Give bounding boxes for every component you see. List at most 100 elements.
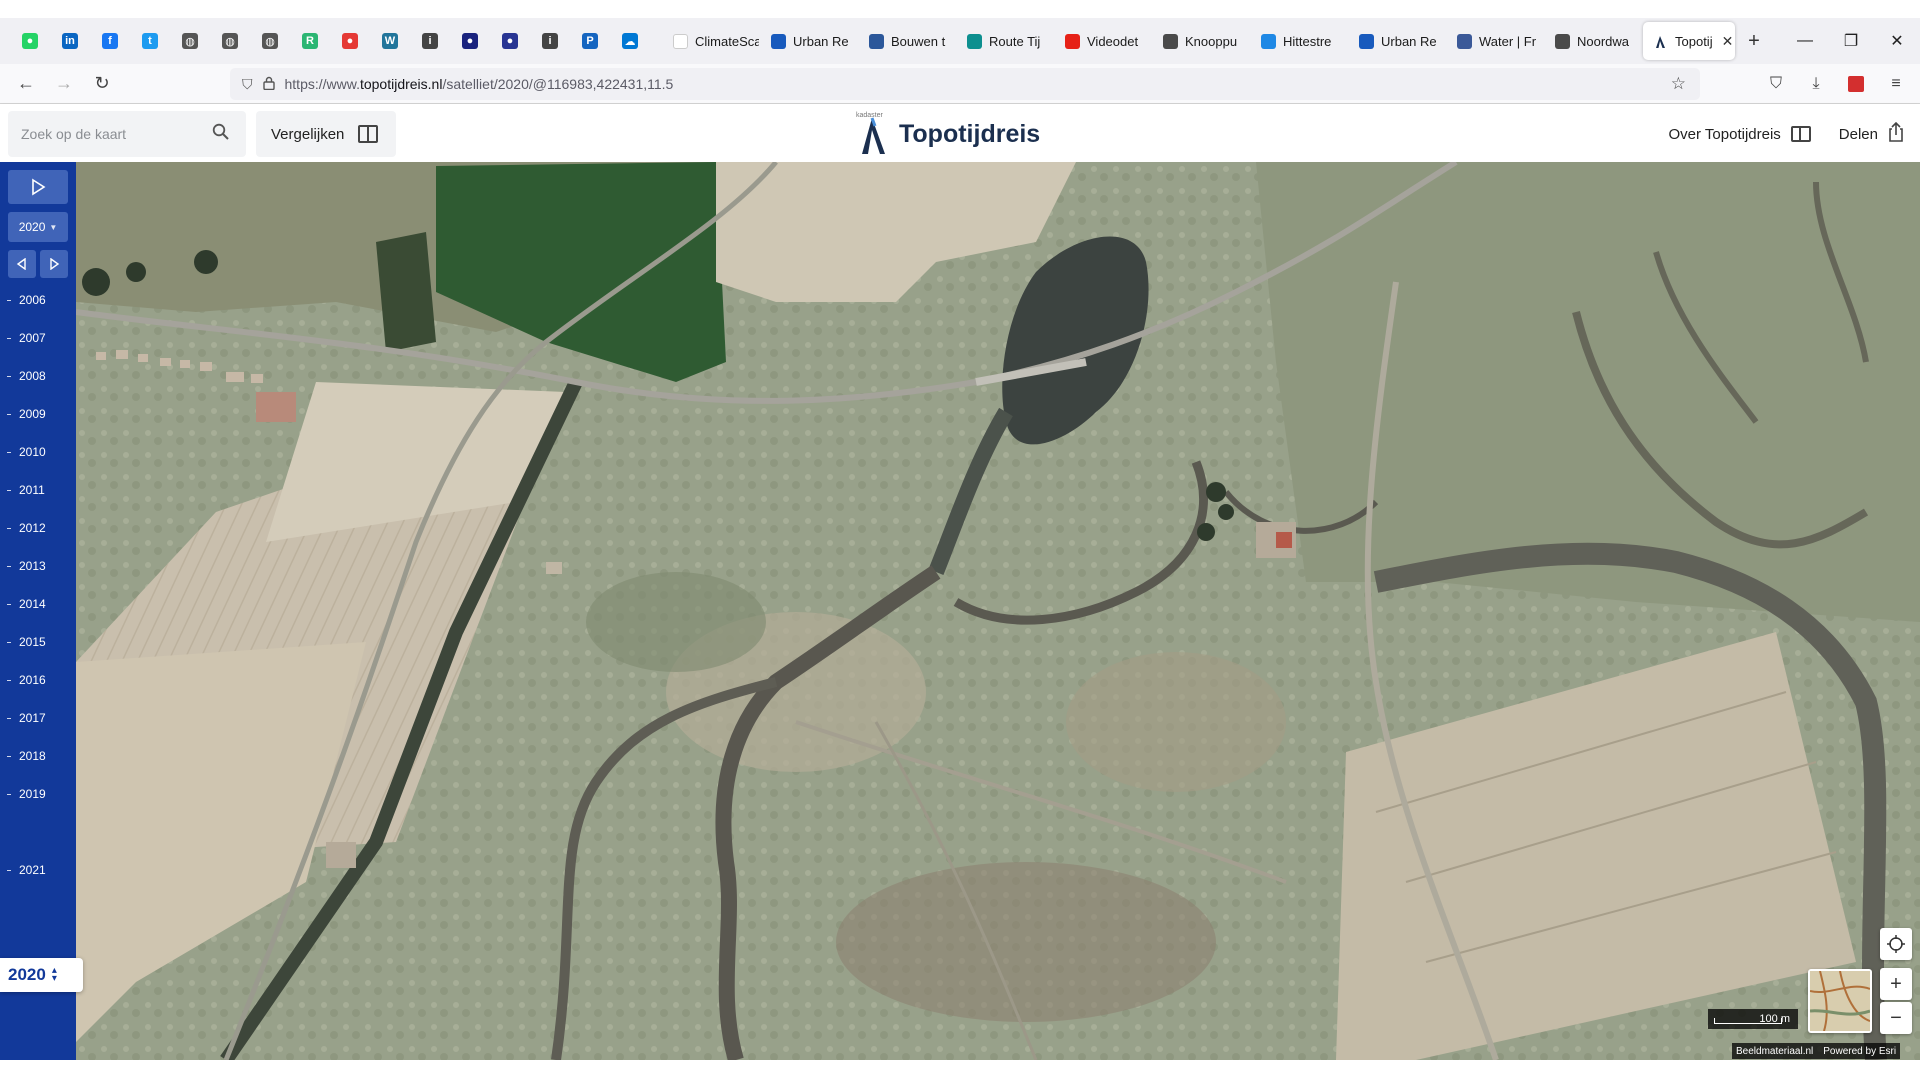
tab-label: Urban Re [793, 33, 849, 49]
minimize-button[interactable]: — [1782, 18, 1828, 64]
timeline-year-2006[interactable]: 2006 [7, 290, 46, 310]
app-title: Topotijdreis [899, 119, 1041, 148]
reload-button[interactable]: ↻ [84, 68, 120, 100]
year-tick [7, 565, 11, 567]
browser-tab[interactable]: Urban Re [761, 22, 857, 60]
compare-label: Vergelijken [271, 125, 345, 143]
pinned-tab[interactable]: W [370, 18, 410, 64]
app-header: Vergelijken kadaster Topotijdreis Over T… [0, 104, 1920, 162]
pinned-tab[interactable]: f [90, 18, 130, 64]
pinned-tab[interactable]: ◍ [170, 18, 210, 64]
browser-tab[interactable]: Water | Fr [1447, 22, 1543, 60]
minimap-thumbnail [1809, 970, 1871, 1032]
pinned-tab[interactable]: ◍ [210, 18, 250, 64]
about-button[interactable]: Over Topotijdreis [1669, 126, 1811, 143]
pinned-tab[interactable]: ◍ [250, 18, 290, 64]
browser-tab[interactable]: Urban Re [1349, 22, 1445, 60]
tab-label: Knooppu [1185, 33, 1238, 49]
browser-tab[interactable]: Hittestre [1251, 22, 1347, 60]
notification-icon: ● [342, 33, 358, 49]
current-year-handle[interactable]: 2020 ▴ ▾ [0, 958, 83, 992]
locate-button[interactable] [1880, 928, 1912, 960]
next-year-button[interactable] [40, 250, 68, 278]
search-icon[interactable] [212, 123, 230, 146]
browser-tab[interactable]: ClimateScan - [663, 22, 759, 60]
year-tick [7, 717, 11, 719]
attribution-imagery[interactable]: Beeldmateriaal.nl [1736, 1046, 1813, 1057]
url-text[interactable]: https://www.topotijdreis.nl/satelliet/20… [285, 76, 674, 92]
timeline-year-2013[interactable]: 2013 [7, 556, 46, 576]
app-icon: ● [502, 33, 518, 49]
attribution-esri[interactable]: Powered by Esri [1823, 1046, 1896, 1057]
info-icon: i [422, 33, 438, 49]
pinned-tab[interactable]: t [130, 18, 170, 64]
timeline-year-2010[interactable]: 2010 [7, 442, 46, 462]
header-actions: Over Topotijdreis Delen [1669, 111, 1904, 157]
pinned-tab[interactable]: in [50, 18, 90, 64]
timeline-year-2007[interactable]: 2007 [7, 328, 46, 348]
timeline-year-2014[interactable]: 2014 [7, 594, 46, 614]
address-bar[interactable]: ⛉ https://www.topotijdreis.nl/satelliet/… [230, 68, 1700, 100]
compare-button[interactable]: Vergelijken [256, 111, 396, 157]
tab-label: Noordwa [1577, 33, 1630, 49]
pinned-tab[interactable]: ● [330, 18, 370, 64]
satellite-map[interactable] [76, 162, 1920, 1060]
year-label: 2015 [19, 635, 46, 649]
download-icon[interactable]: ⤓ [1800, 68, 1832, 100]
browser-tab[interactable]: Noordwa [1545, 22, 1641, 60]
browser-tab[interactable]: Knooppu [1153, 22, 1249, 60]
forward-button[interactable]: → [46, 68, 82, 100]
shield-icon[interactable]: ⛉ [242, 76, 253, 93]
tab-label: Route Tij [989, 33, 1041, 49]
share-button[interactable]: Delen [1839, 121, 1904, 147]
pinned-tab[interactable]: i [530, 18, 570, 64]
app-icon: ● [462, 33, 478, 49]
pinned-tab[interactable]: ☁ [610, 18, 650, 64]
browser-tab[interactable]: Bouwen t [859, 22, 955, 60]
browser-tab[interactable]: Videodet [1055, 22, 1151, 60]
timeline-year-2019[interactable]: 2019 [7, 784, 46, 804]
year-tick [7, 299, 11, 301]
info-icon: i [542, 33, 558, 49]
pinned-tab[interactable]: ● [450, 18, 490, 64]
lock-icon[interactable] [262, 76, 275, 93]
timeline-year-2008[interactable]: 2008 [7, 366, 46, 386]
play-button[interactable] [8, 170, 68, 204]
share-icon [1888, 121, 1904, 147]
timeline-year-2018[interactable]: 2018 [7, 746, 46, 766]
new-tab-button[interactable]: + [1736, 30, 1772, 53]
browser-tab[interactable]: Route Tij [957, 22, 1053, 60]
brand[interactable]: kadaster Topotijdreis [855, 108, 1040, 160]
menu-icon[interactable]: ≡ [1880, 68, 1912, 100]
year-label: 2021 [19, 863, 46, 877]
timeline-year-2015[interactable]: 2015 [7, 632, 46, 652]
timeline-year-2009[interactable]: 2009 [7, 404, 46, 424]
pocket-icon[interactable]: ⛉ [1760, 68, 1792, 100]
pinned-tab[interactable]: R [290, 18, 330, 64]
pinned-tab[interactable]: i [410, 18, 450, 64]
close-window-button[interactable]: ✕ [1874, 18, 1920, 64]
globe-icon: ◍ [262, 33, 278, 49]
previous-year-button[interactable] [8, 250, 36, 278]
tab-topotijdreis[interactable]: Topotij ✕ [1643, 22, 1735, 60]
search-input[interactable] [21, 126, 211, 142]
year-select[interactable]: 2020 ▼ [8, 212, 68, 242]
basemap-toggle[interactable] [1808, 969, 1872, 1033]
pinned-tab[interactable]: ● [10, 18, 50, 64]
back-button[interactable]: ← [8, 68, 44, 100]
pinned-tab[interactable]: P [570, 18, 610, 64]
zoom-out-button[interactable]: − [1880, 1002, 1912, 1034]
timeline-year-2021[interactable]: 2021 [7, 860, 46, 880]
timeline-year-2017[interactable]: 2017 [7, 708, 46, 728]
timeline-year-2011[interactable]: 2011 [7, 480, 45, 500]
bookmark-star-icon[interactable]: ☆ [1671, 74, 1686, 94]
timeline-year-2012[interactable]: 2012 [7, 518, 46, 538]
restore-button[interactable]: ❐ [1828, 18, 1874, 64]
extension-icon[interactable] [1840, 68, 1872, 100]
globe-icon: ◍ [182, 33, 198, 49]
zoom-in-button[interactable]: + [1880, 968, 1912, 1000]
timeline-year-2016[interactable]: 2016 [7, 670, 46, 690]
close-icon[interactable]: ✕ [1722, 33, 1734, 50]
crosshair-icon [1887, 935, 1905, 953]
pinned-tab[interactable]: ● [490, 18, 530, 64]
